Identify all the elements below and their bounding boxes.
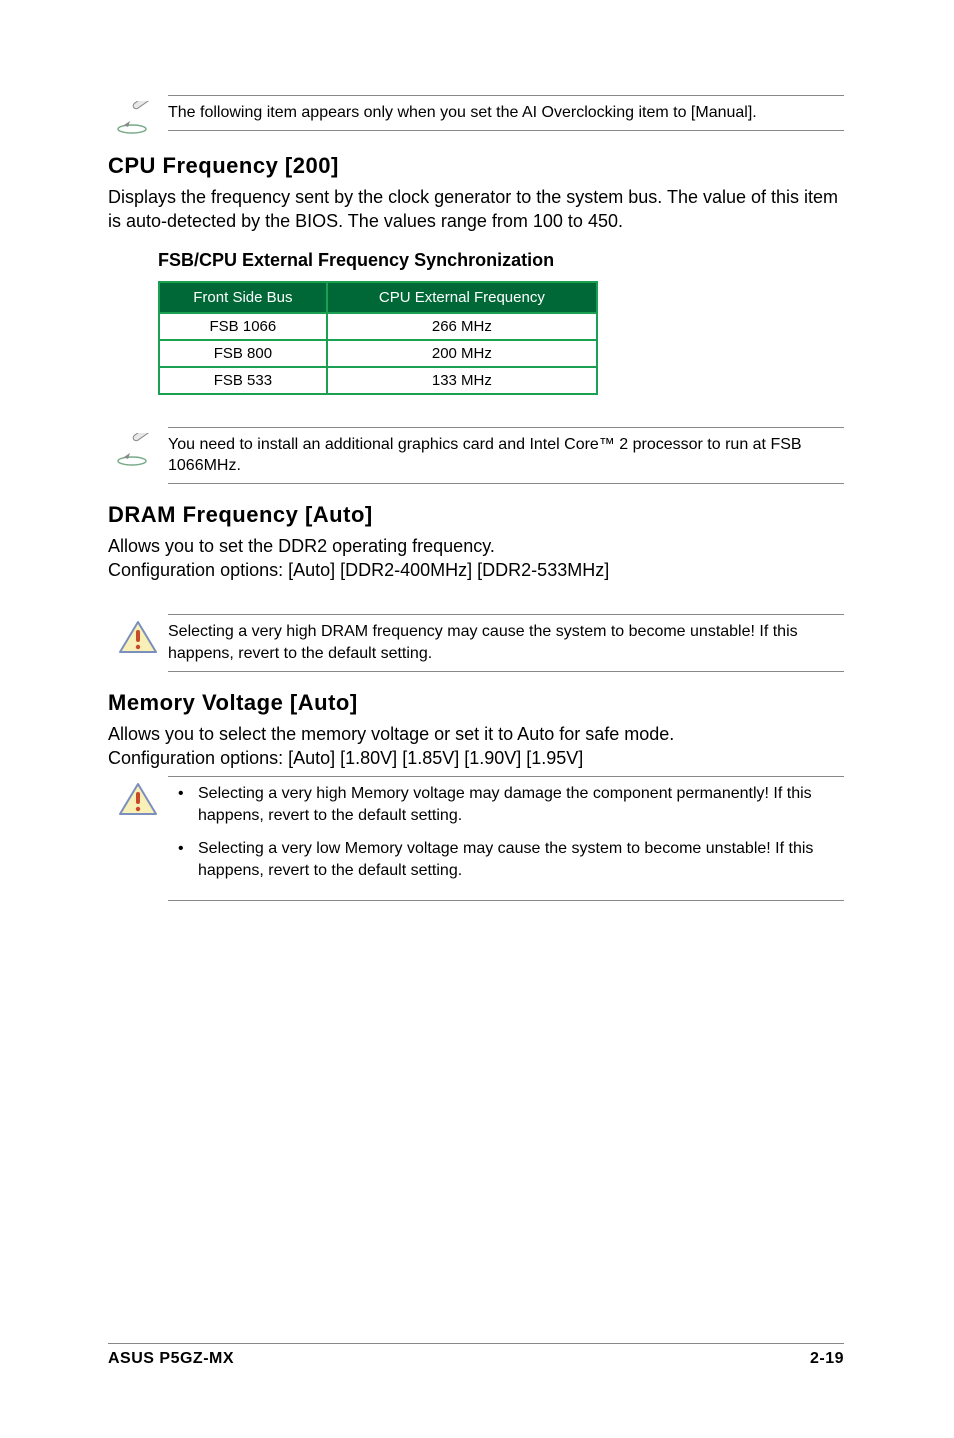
warning-list: Selecting a very high Memory voltage may… bbox=[168, 783, 844, 881]
cell-fsb: FSB 800 bbox=[159, 340, 327, 367]
cell-freq: 200 MHz bbox=[327, 340, 597, 367]
page-footer: ASUS P5GZ-MX 2-19 bbox=[108, 1343, 844, 1368]
note-block-ai-overclocking: The following item appears only when you… bbox=[108, 95, 844, 135]
footer-page-number: 2-19 bbox=[810, 1350, 844, 1368]
warning-list-item: Selecting a very high Memory voltage may… bbox=[168, 783, 844, 826]
caution-icon bbox=[108, 776, 168, 818]
cell-fsb: FSB 533 bbox=[159, 367, 327, 394]
th-cpu-ext-freq: CPU External Frequency bbox=[327, 282, 597, 313]
body-mem-line2: Configuration options: [Auto] [1.80V] [1… bbox=[108, 746, 844, 770]
th-front-side-bus: Front Side Bus bbox=[159, 282, 327, 313]
heading-cpu-frequency: CPU Frequency [200] bbox=[108, 153, 844, 179]
pencil-note-icon bbox=[108, 427, 168, 467]
warning-text: Selecting a very high Memory voltage may… bbox=[168, 776, 844, 900]
cell-freq: 133 MHz bbox=[327, 367, 597, 394]
table-row: FSB 533 133 MHz bbox=[159, 367, 597, 394]
note-paragraph: You need to install an additional graphi… bbox=[168, 434, 844, 477]
footer-product: ASUS P5GZ-MX bbox=[108, 1350, 234, 1368]
cell-freq: 266 MHz bbox=[327, 313, 597, 340]
note-paragraph: The following item appears only when you… bbox=[168, 102, 844, 124]
warning-text: Selecting a very high DRAM frequency may… bbox=[168, 614, 844, 671]
table-row: FSB 1066 266 MHz bbox=[159, 313, 597, 340]
heading-memory-voltage: Memory Voltage [Auto] bbox=[108, 690, 844, 716]
table-header-row: Front Side Bus CPU External Frequency bbox=[159, 282, 597, 313]
body-dram-line2: Configuration options: [Auto] [DDR2-400M… bbox=[108, 558, 844, 582]
body-mem-line1: Allows you to select the memory voltage … bbox=[108, 722, 844, 746]
note-text: You need to install an additional graphi… bbox=[168, 427, 844, 484]
heading-dram-frequency: DRAM Frequency [Auto] bbox=[108, 502, 844, 528]
note-block-graphics-card: You need to install an additional graphi… bbox=[108, 427, 844, 484]
body-cpu-frequency: Displays the frequency sent by the clock… bbox=[108, 185, 844, 234]
warning-block-dram: Selecting a very high DRAM frequency may… bbox=[108, 614, 844, 671]
warning-paragraph: Selecting a very high DRAM frequency may… bbox=[168, 621, 844, 664]
heading-fsb-sync: FSB/CPU External Frequency Synchronizati… bbox=[158, 250, 844, 271]
warning-list-item: Selecting a very low Memory voltage may … bbox=[168, 838, 844, 881]
pencil-note-icon bbox=[108, 95, 168, 135]
warning-block-memory-voltage: Selecting a very high Memory voltage may… bbox=[108, 776, 844, 900]
note-text: The following item appears only when you… bbox=[168, 95, 844, 131]
cell-fsb: FSB 1066 bbox=[159, 313, 327, 340]
table-row: FSB 800 200 MHz bbox=[159, 340, 597, 367]
fsb-table: Front Side Bus CPU External Frequency FS… bbox=[158, 281, 598, 395]
body-dram-line1: Allows you to set the DDR2 operating fre… bbox=[108, 534, 844, 558]
caution-icon bbox=[108, 614, 168, 656]
